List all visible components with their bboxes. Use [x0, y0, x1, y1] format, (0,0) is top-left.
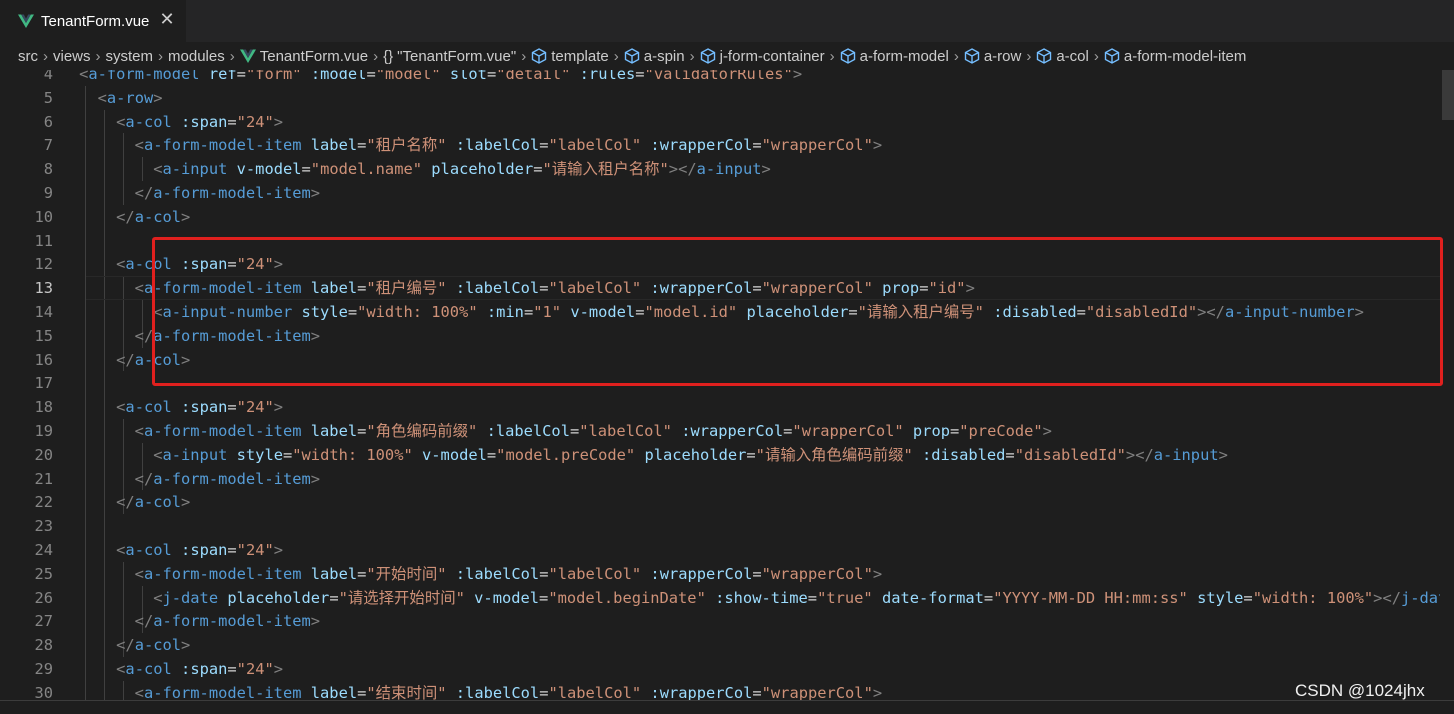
code-line[interactable]: 23	[0, 514, 1454, 538]
code-line[interactable]: 19 <a-form-model-item label="角色编码前缀" :la…	[0, 419, 1454, 443]
code-line[interactable]: 28 </a-col>	[0, 633, 1454, 657]
breadcrumb-item[interactable]: a-row	[964, 47, 1022, 65]
breadcrumb-item[interactable]: a-spin	[624, 48, 685, 65]
breadcrumb-label: modules	[168, 47, 225, 65]
code-line[interactable]: 7 <a-form-model-item label="租户名称" :label…	[0, 133, 1454, 157]
code-text: <a-form-model-item label="开始时间" :labelCo…	[134, 564, 883, 583]
code-line[interactable]: 22 </a-col>	[0, 490, 1454, 514]
breadcrumb-item[interactable]: template	[531, 48, 609, 65]
code-text: <a-row>	[97, 88, 163, 107]
breadcrumb-label: j-form-container	[719, 47, 825, 65]
breadcrumb-item[interactable]: a-col	[1036, 48, 1089, 65]
cube-icon	[624, 48, 639, 64]
breadcrumb-label: "TenantForm.vue"	[397, 47, 517, 65]
code-line[interactable]: 6 <a-col :span="24">	[0, 110, 1454, 134]
code-line[interactable]: 21 </a-form-model-item>	[0, 467, 1454, 491]
breadcrumb-item[interactable]: a-form-model-item	[1104, 47, 1247, 65]
vue-icon	[18, 14, 34, 28]
breadcrumb-item[interactable]: system	[106, 48, 154, 65]
breadcrumb-item[interactable]: views	[53, 48, 91, 65]
minimap-slider[interactable]	[1442, 70, 1454, 120]
braces-icon: {}	[383, 47, 394, 65]
breadcrumb-label: a-col	[1056, 47, 1089, 65]
code-line[interactable]: 20 <a-input style="width: 100%" v-model=…	[0, 443, 1454, 467]
code-text: <a-form-model-item label="角色编码前缀" :label…	[134, 422, 1052, 440]
code-text: <a-col :span="24">	[116, 398, 284, 417]
breadcrumb-item[interactable]: a-form-model	[840, 48, 949, 65]
breadcrumb-item[interactable]: j-form-container	[700, 48, 825, 65]
breadcrumb: src › views › system › modules › TenantForm.vue ›…	[0, 42, 1454, 70]
code-text: </a-col>	[116, 493, 191, 512]
breadcrumb-label: views	[53, 47, 91, 65]
breadcrumb-item[interactable]: modules	[168, 48, 225, 65]
code-text: <j-date placeholder="请选择开始时间" v-model="m…	[153, 588, 1454, 607]
code-line[interactable]: 10 </a-col>	[0, 205, 1454, 229]
line-number: 17	[34, 374, 53, 393]
breadcrumb-separator: ›	[158, 47, 164, 65]
cube-icon	[700, 48, 715, 64]
cube-icon	[840, 48, 855, 64]
cube-icon	[964, 48, 980, 64]
breadcrumb-label: a-row	[983, 47, 1022, 65]
code-text: <a-form-model-item label="结束时间" :labelCo…	[134, 683, 883, 700]
code-text: </a-col>	[116, 207, 191, 226]
code-line[interactable]: 8 <a-input v-model="model.name" placehol…	[0, 157, 1454, 181]
tab-bar: TenantForm.vue ✕	[0, 0, 1454, 42]
breadcrumb-item[interactable]: TenantForm.vue	[239, 47, 369, 65]
code-text: </a-form-model-item>	[134, 469, 321, 488]
code-text: </a-col>	[116, 636, 191, 655]
breadcrumb-item[interactable]: src	[18, 48, 38, 65]
code-text: <a-col :span="24">	[116, 541, 284, 559]
code-line[interactable]: 26 <j-date placeholder="请选择开始时间" v-model…	[0, 586, 1454, 610]
tab-label: TenantForm.vue	[41, 12, 150, 30]
breadcrumb-separator: ›	[613, 47, 619, 65]
code-line[interactable]: 9 </a-form-model-item>	[0, 181, 1454, 205]
line-number: 11	[34, 231, 53, 250]
code-text: <a-input v-model="model.name" placeholde…	[153, 160, 771, 179]
breadcrumb-separator: ›	[521, 47, 527, 65]
breadcrumb-separator: ›	[373, 47, 379, 65]
breadcrumb-separator: ›	[95, 47, 101, 65]
breadcrumb-separator: ›	[689, 47, 695, 65]
breadcrumb-separator: ›	[1093, 47, 1099, 65]
close-icon[interactable]: ✕	[156, 9, 178, 31]
cube-icon	[1104, 48, 1120, 64]
code-line[interactable]: 30 <a-form-model-item label="结束时间" :labe…	[0, 681, 1454, 700]
code-line[interactable]: 25 <a-form-model-item label="开始时间" :labe…	[0, 562, 1454, 586]
breadcrumb-label: a-form-model	[859, 47, 949, 65]
code-text: </a-form-model-item>	[134, 612, 321, 631]
code-line[interactable]: 27 </a-form-model-item>	[0, 609, 1454, 633]
bottom-panel-tabs	[0, 700, 1454, 714]
code-text: <a-col :span="24">	[116, 112, 284, 131]
breadcrumb-label: template	[551, 47, 609, 65]
cube-icon	[532, 48, 547, 64]
line-number: 23	[34, 517, 53, 536]
breadcrumb-label: src	[18, 47, 38, 65]
breadcrumb-separator: ›	[829, 47, 835, 65]
breadcrumb-label: system	[105, 47, 154, 65]
breadcrumb-label: TenantForm.vue	[259, 47, 369, 65]
code-line[interactable]: 24 <a-col :span="24">	[0, 538, 1454, 562]
breadcrumb-label: a-spin	[643, 47, 685, 65]
code-text: </a-form-model-item>	[134, 184, 321, 202]
tab-tenantform[interactable]: TenantForm.vue ✕	[0, 0, 186, 42]
code-text: <a-form-model ref="form" :model="model" …	[79, 70, 803, 83]
code-text: <a-form-model-item label="租户名称" :labelCo…	[134, 136, 883, 155]
cube-icon	[1037, 48, 1052, 64]
code-line[interactable]: 18 <a-col :span="24">	[0, 395, 1454, 419]
breadcrumb-label: a-form-model-item	[1123, 47, 1247, 65]
code-text: <a-col :span="24">	[116, 660, 284, 678]
breadcrumb-item[interactable]: {} "TenantForm.vue"	[383, 48, 516, 65]
watermark: CSDN @1024jhx	[1295, 681, 1425, 700]
breadcrumb-separator: ›	[1026, 47, 1032, 65]
code-line[interactable]: 29 <a-col :span="24">	[0, 657, 1454, 681]
breadcrumb-separator: ›	[229, 47, 235, 65]
code-text: <a-input style="width: 100%" v-model="mo…	[153, 445, 1228, 464]
code-line[interactable]: 5 <a-row>	[0, 86, 1454, 110]
breadcrumb-separator: ›	[953, 47, 959, 65]
vue-icon	[239, 49, 256, 63]
code-line[interactable]: 4 <a-form-model ref="form" :model="model…	[0, 70, 1454, 86]
breadcrumb-separator: ›	[43, 47, 48, 65]
highlight-annotation-box	[152, 237, 1443, 386]
